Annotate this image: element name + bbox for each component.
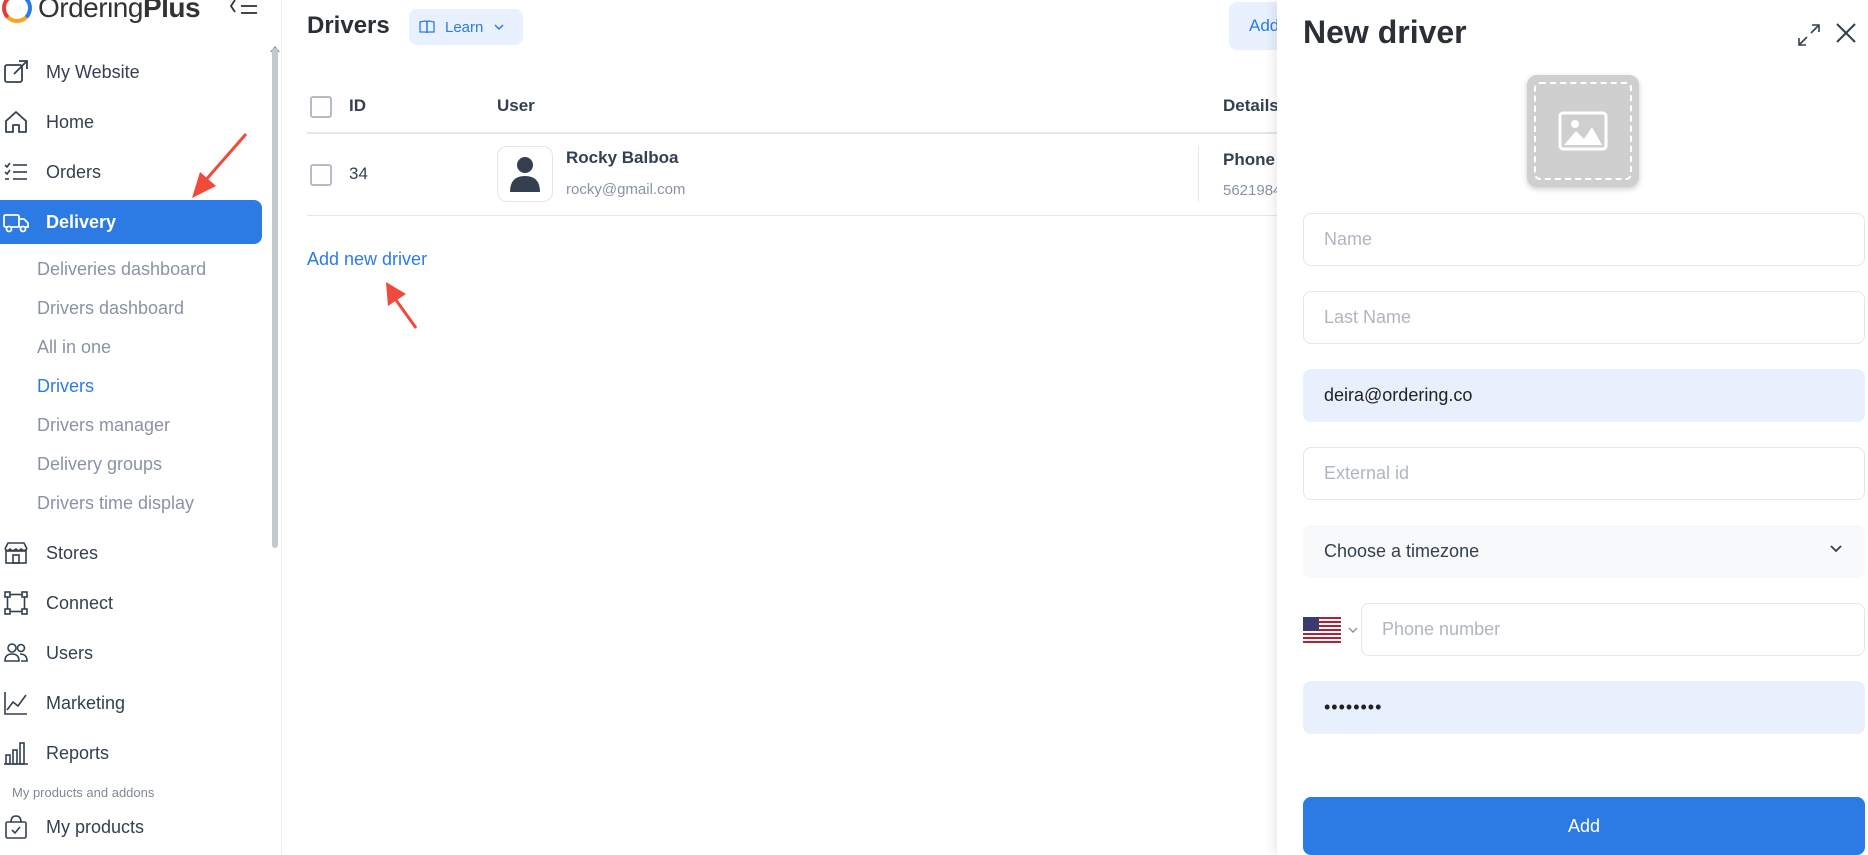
sidebar-item-label: Reports (46, 742, 110, 763)
collapse-menu-icon (229, 0, 257, 14)
sidebar-item-marketing[interactable]: Marketing (0, 681, 262, 725)
phone-value: 5621984 (1223, 182, 1282, 199)
expand-icon (1798, 24, 1820, 46)
truck-icon (2, 208, 30, 236)
external-link-icon (2, 58, 30, 86)
page-title: Drivers (307, 12, 390, 39)
home-icon (2, 108, 30, 136)
last-name-field[interactable]: Last Name (1303, 291, 1865, 344)
annotation-arrow-add-link (386, 282, 418, 329)
phone-label: Phone (1223, 150, 1275, 169)
photo-upload[interactable] (1527, 75, 1639, 187)
us-flag-icon (1303, 617, 1341, 643)
close-button[interactable] (1831, 18, 1861, 48)
sidebar-item-label: Users (46, 642, 94, 663)
sidebar-scrollbar[interactable] (272, 48, 278, 548)
store-icon (2, 539, 30, 567)
expand-button[interactable] (1794, 20, 1824, 50)
timezone-select[interactable]: Choose a timezone (1303, 525, 1865, 578)
collapse-sidebar-button[interactable] (226, 0, 262, 20)
sidebar-item-my-website[interactable]: My Website (0, 50, 262, 94)
logo-mark (2, 0, 32, 23)
table-header: ID User Details (307, 84, 1307, 134)
add-button[interactable]: Add (1303, 797, 1865, 855)
sidebar-item-label: My Website (46, 61, 140, 82)
sidebar-item-label: Orders (46, 161, 102, 182)
sidebar-item-label: Home (46, 111, 95, 132)
sidebar-item-label: Marketing (46, 692, 126, 713)
photo-dropzone (1534, 82, 1632, 180)
sidebar-item-label: Delivery (46, 211, 117, 232)
submenu-item-drivers[interactable]: Drivers (0, 367, 268, 406)
bar-chart-icon (2, 739, 30, 767)
column-header-id: ID (349, 96, 366, 115)
user-silhouette-icon (510, 157, 540, 192)
users-icon (2, 639, 30, 667)
driver-name: Rocky Balboa (566, 148, 679, 167)
connect-icon (2, 589, 30, 617)
email-field[interactable]: deira@ordering.co (1303, 369, 1865, 422)
external-id-field[interactable]: External id (1303, 447, 1865, 500)
timezone-selected: Choose a timezone (1324, 541, 1480, 561)
column-divider (1198, 146, 1199, 202)
sidebar-item-orders[interactable]: Orders (0, 150, 262, 194)
sidebar-item-label: Stores (46, 542, 99, 563)
country-code-select[interactable] (1303, 615, 1359, 645)
sidebar-item-connect[interactable]: Connect (0, 581, 262, 625)
logo: OrderingPlus (0, 0, 201, 26)
section-caption: My products and addons (12, 784, 155, 800)
submenu-item-drivers-dashboard[interactable]: Drivers dashboard (0, 289, 268, 328)
column-header-details: Details (1223, 96, 1279, 115)
select-all-checkbox[interactable] (310, 96, 332, 118)
learn-dropdown-button[interactable]: Learn (409, 9, 523, 45)
driver-email: rocky@gmail.com (566, 181, 686, 198)
driver-id: 34 (349, 164, 368, 183)
submenu-item-drivers-manager[interactable]: Drivers manager (0, 406, 268, 445)
sidebar-nav: My Website Home Orders Delivery Deliveri… (0, 50, 268, 855)
delivery-submenu: Deliveries dashboard Drivers dashboard A… (0, 250, 268, 523)
new-driver-drawer: New driver Name Last Name deira@ordering… (1277, 0, 1868, 855)
image-placeholder-icon (1558, 111, 1608, 151)
sidebar: OrderingPlus My Website Home Orders Deli… (0, 0, 282, 855)
column-header-user: User (497, 96, 535, 115)
password-field[interactable]: •••••••• (1303, 681, 1865, 734)
book-icon (419, 20, 435, 34)
chevron-down-icon (1830, 545, 1842, 553)
sidebar-item-label: Connect (46, 592, 114, 613)
submenu-item-delivery-groups[interactable]: Delivery groups (0, 445, 268, 484)
name-field[interactable]: Name (1303, 213, 1865, 266)
sidebar-item-stores[interactable]: Stores (0, 531, 262, 575)
sidebar-item-delivery[interactable]: Delivery (0, 200, 262, 244)
learn-label: Learn (445, 18, 484, 36)
sidebar-item-label: My products (46, 816, 145, 837)
chart-line-icon (2, 689, 30, 717)
submenu-item-deliveries-dashboard[interactable]: Deliveries dashboard (0, 250, 268, 289)
sidebar-item-my-products[interactable]: My products (0, 805, 262, 849)
phone-number-field[interactable]: Phone number (1361, 603, 1865, 656)
submenu-item-drivers-time-display[interactable]: Drivers time display (0, 484, 268, 523)
chevron-down-icon (494, 24, 504, 31)
sidebar-item-users[interactable]: Users (0, 631, 262, 675)
sidebar-item-home[interactable]: Home (0, 100, 262, 144)
list-icon (2, 158, 30, 186)
row-checkbox[interactable] (310, 164, 332, 186)
submenu-item-all-in-one[interactable]: All in one (0, 328, 268, 367)
logo-text: OrderingPlus (38, 0, 201, 23)
sidebar-item-reports[interactable]: Reports (0, 731, 262, 775)
app-root: OrderingPlus My Website Home Orders Deli… (0, 0, 1868, 855)
add-new-driver-link[interactable]: Add new driver (307, 249, 427, 270)
avatar (497, 146, 553, 202)
table-row[interactable]: 34 Rocky Balboa rocky@gmail.com Phone 56… (307, 136, 1307, 216)
chevron-down-icon (1348, 627, 1358, 633)
drawer-title: New driver (1303, 14, 1467, 50)
shopping-bag-icon (2, 813, 30, 841)
close-icon (1836, 23, 1856, 43)
